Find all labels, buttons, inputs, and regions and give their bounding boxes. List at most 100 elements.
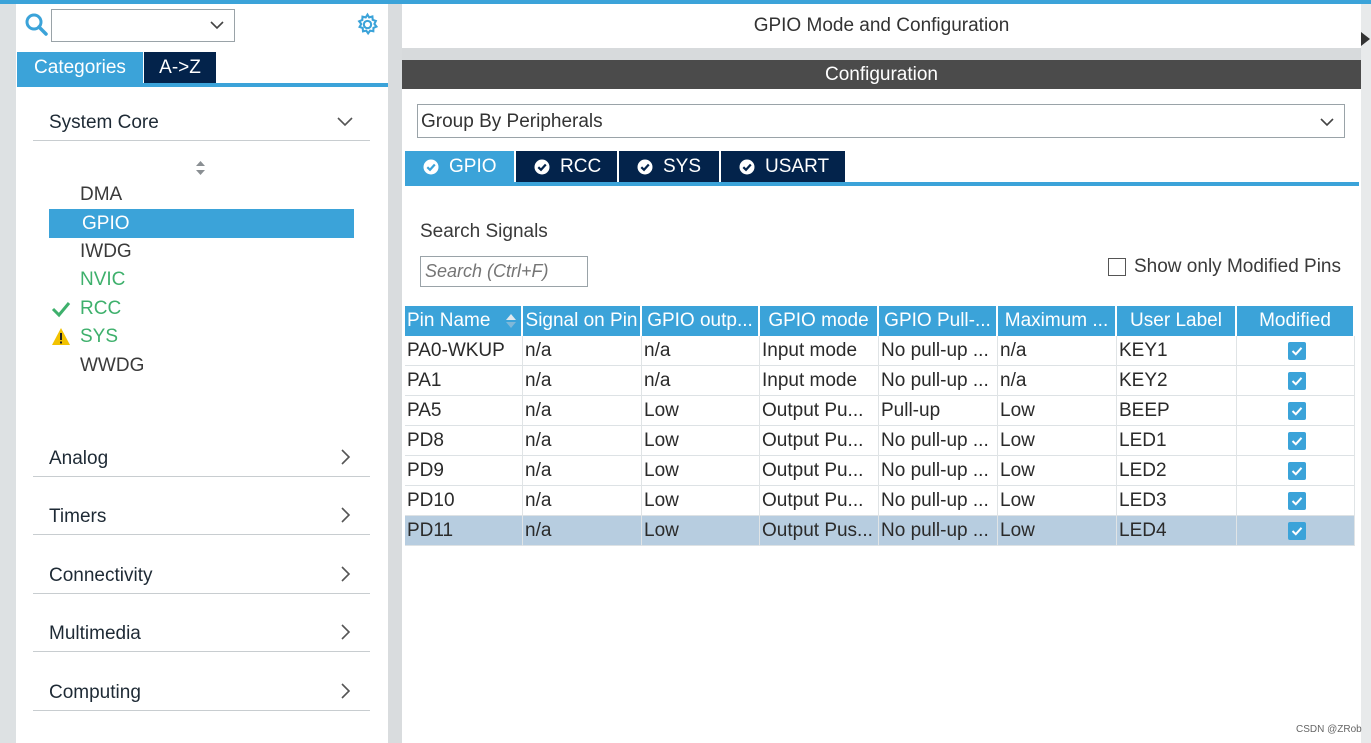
tab-rcc[interactable]: RCC — [516, 151, 617, 183]
table-row[interactable]: PD11 n/a Low Output Pus... No pull-up ... Low… — [405, 516, 1355, 546]
section-analog[interactable]: Analog — [33, 434, 370, 477]
show-modified-checkbox[interactable] — [1108, 258, 1126, 276]
section-timers[interactable]: Timers — [33, 492, 370, 535]
gear-icon[interactable] — [355, 12, 380, 37]
tab-label: RCC — [560, 156, 602, 177]
checkmark-icon — [1291, 497, 1302, 506]
system-core-item-iwdg[interactable]: IWDG — [49, 237, 354, 266]
column-header-pin-name[interactable]: Pin Name — [405, 306, 523, 336]
search-combo[interactable] — [51, 9, 235, 42]
cell-pull: No pull-up ... — [879, 486, 998, 516]
section-label: Multimedia — [49, 623, 141, 644]
table-row[interactable]: PD8 n/a Low Output Pu... No pull-up ... Low LE… — [405, 426, 1355, 456]
tab-a-to-z[interactable]: A->Z — [144, 52, 216, 83]
system-core-item-sys[interactable]: SYS — [49, 322, 354, 351]
section-computing[interactable]: Computing — [33, 668, 370, 711]
table-row[interactable]: PA0-WKUP n/a n/a Input mode No pull-up ... n/… — [405, 336, 1355, 366]
cell-speed: n/a — [998, 366, 1117, 396]
table-row[interactable]: PA1 n/a n/a Input mode No pull-up ... n/a KEY2 — [405, 366, 1355, 396]
table-row[interactable]: PA5 n/a Low Output Pu... Pull-up Low BEEP — [405, 396, 1355, 426]
check-circle-icon — [534, 159, 550, 175]
sort-arrows-icon — [506, 314, 516, 328]
cell-speed: Low — [998, 486, 1117, 516]
section-multimedia[interactable]: Multimedia — [33, 609, 370, 652]
search-icon[interactable] — [24, 12, 48, 36]
cell-label: KEY2 — [1117, 366, 1237, 396]
cell-output: n/a — [642, 366, 760, 396]
tab-categories[interactable]: Categories — [17, 52, 143, 83]
cell-pin: PA5 — [405, 396, 523, 426]
cell-pull: No pull-up ... — [879, 336, 998, 366]
column-header-modified[interactable]: Modified — [1237, 306, 1355, 336]
cell-label: LED3 — [1117, 486, 1237, 516]
table-body: PA0-WKUP n/a n/a Input mode No pull-up ... n/… — [405, 336, 1355, 546]
cell-label: LED4 — [1117, 516, 1237, 546]
cell-output: n/a — [642, 336, 760, 366]
show-modified-label: Show only Modified Pins — [1134, 256, 1341, 277]
column-header-gpio-pull[interactable]: GPIO Pull-... — [879, 306, 998, 336]
cell-signal: n/a — [523, 516, 642, 546]
panel-splitter[interactable] — [388, 4, 402, 743]
cell-output: Low — [642, 456, 760, 486]
section-connectivity[interactable]: Connectivity — [33, 551, 370, 594]
pin-table: Pin Name Signal on Pin GPIO outp... GPIO… — [405, 306, 1355, 546]
modified-checkbox[interactable] — [1287, 342, 1306, 360]
search-signals-input[interactable] — [420, 256, 588, 287]
cell-signal: n/a — [523, 486, 642, 516]
column-header-gpio-output[interactable]: GPIO outp... — [642, 306, 760, 336]
cell-mode: Output Pu... — [760, 426, 879, 456]
tab-gpio[interactable]: GPIO — [405, 151, 514, 183]
cell-modified — [1237, 396, 1355, 426]
configuration-header: Configuration — [402, 60, 1361, 89]
group-by-select[interactable]: Group By Peripherals — [417, 104, 1345, 138]
section-label: Timers — [49, 506, 107, 527]
column-header-user-label[interactable]: User Label — [1117, 306, 1237, 336]
chevron-down-icon[interactable] — [208, 16, 226, 34]
table-row[interactable]: PD9 n/a Low Output Pu... No pull-up ... Low LE… — [405, 456, 1355, 486]
modified-checkbox[interactable] — [1287, 462, 1306, 480]
cell-pull: No pull-up ... — [879, 516, 998, 546]
right-scrollbar[interactable] — [1361, 4, 1371, 743]
modified-checkbox[interactable] — [1287, 432, 1306, 450]
cell-mode: Output Pus... — [760, 516, 879, 546]
item-label: SYS — [80, 326, 119, 347]
system-core-item-wwdg[interactable]: WWDG — [49, 351, 354, 380]
cell-mode: Input mode — [760, 366, 879, 396]
cell-speed: Low — [998, 426, 1117, 456]
tab-usart[interactable]: USART — [721, 151, 845, 183]
column-header-gpio-mode[interactable]: GPIO mode — [760, 306, 879, 336]
section-label: Analog — [49, 448, 109, 469]
modified-checkbox[interactable] — [1287, 372, 1306, 390]
item-label: DMA — [80, 184, 123, 205]
column-header-signal[interactable]: Signal on Pin — [523, 306, 642, 336]
checkmark-icon — [1291, 347, 1302, 356]
tab-sys[interactable]: SYS — [619, 151, 719, 183]
system-core-item-rcc[interactable]: RCC — [49, 294, 354, 323]
sort-arrows-icon[interactable] — [194, 159, 207, 177]
cell-mode: Output Pu... — [760, 456, 879, 486]
checkmark-icon — [1291, 467, 1302, 476]
show-modified-toggle[interactable]: Show only Modified Pins — [1108, 256, 1341, 278]
collapse-arrow-icon[interactable] — [1361, 32, 1370, 46]
item-label: RCC — [80, 298, 122, 319]
cell-pull: Pull-up — [879, 396, 998, 426]
system-core-item-gpio[interactable]: GPIO — [49, 209, 354, 238]
cell-speed: Low — [998, 396, 1117, 426]
cell-modified — [1237, 456, 1355, 486]
modified-checkbox[interactable] — [1287, 402, 1306, 420]
tab-label: USART — [765, 156, 830, 177]
modified-checkbox[interactable] — [1287, 492, 1306, 510]
modified-checkbox[interactable] — [1287, 522, 1306, 540]
peripheral-tabs-underline — [405, 182, 1359, 186]
cell-output: Low — [642, 426, 760, 456]
cell-speed: Low — [998, 516, 1117, 546]
check-circle-icon — [739, 159, 755, 175]
table-row[interactable]: PD10 n/a Low Output Pu... No pull-up ... Low L… — [405, 486, 1355, 516]
system-core-item-nvic[interactable]: NVIC — [49, 265, 354, 294]
system-core-item-dma[interactable]: DMA — [49, 180, 354, 209]
cell-output: Low — [642, 516, 760, 546]
chevron-right-icon — [341, 683, 351, 699]
check-circle-icon — [637, 159, 653, 175]
section-system-core[interactable]: System Core — [33, 98, 370, 141]
column-header-maximum[interactable]: Maximum ... — [998, 306, 1117, 336]
